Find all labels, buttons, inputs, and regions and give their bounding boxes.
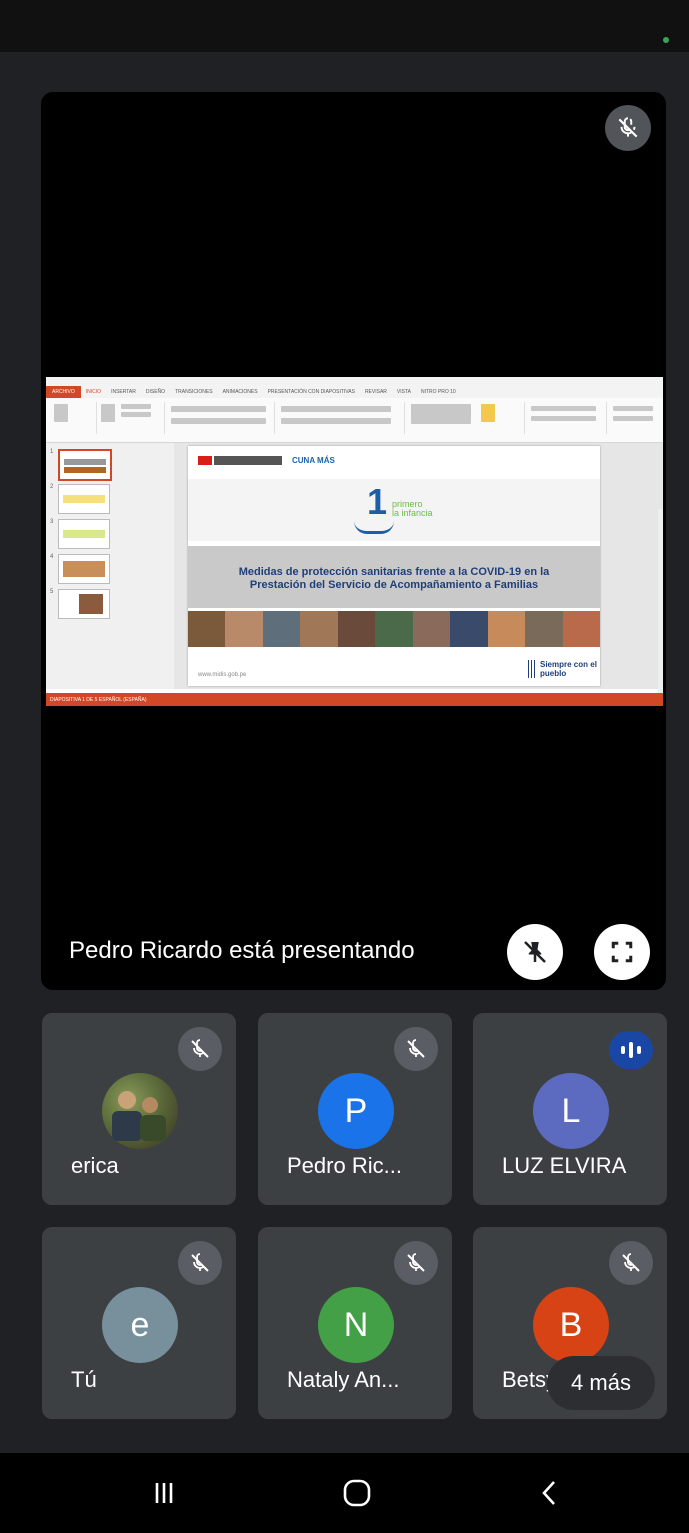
ppt-tab: ARCHIVO (46, 386, 81, 398)
avatar: B (533, 1287, 609, 1363)
participant-name: Pedro Ric... (287, 1153, 402, 1178)
slide-thumbnails: 1 2 3 4 5 (46, 443, 174, 689)
mic-off-icon (605, 105, 651, 151)
ppt-title-bar (46, 377, 663, 386)
thumb-number: 3 (50, 519, 54, 525)
participant-name: erica (71, 1153, 119, 1178)
logo-text: primero la infancia (392, 500, 433, 518)
slide-thumbnail (58, 589, 110, 619)
ppt-status-bar: DIAPOSITIVA 1 DE 5 ESPAÑOL (ESPAÑA) (46, 693, 663, 706)
participant-tile[interactable]: P Pedro Ric... (258, 1013, 452, 1205)
slide-url: www.midis.gob.pe (198, 672, 247, 678)
ppt-tab: REVISAR (364, 389, 387, 395)
ppt-tab: DISEÑO (145, 389, 166, 395)
unpin-button[interactable] (507, 924, 563, 980)
android-nav-bar (0, 1453, 689, 1533)
slide-canvas: CUNA MÁS 1 primero la infancia Medidas d… (174, 443, 663, 706)
ppt-tab: INSERTAR (111, 389, 136, 395)
slide-thumbnail (58, 484, 110, 514)
home-button[interactable] (332, 1473, 382, 1513)
logo-number: 1 (367, 481, 388, 522)
logo-smile (354, 521, 394, 534)
mic-off-icon (178, 1027, 222, 1071)
ppt-ribbon (46, 398, 663, 443)
photo-strip (188, 611, 600, 647)
mic-off-icon (609, 1241, 653, 1285)
more-participants-button[interactable]: 4 más (547, 1356, 655, 1410)
avatar: P (318, 1073, 394, 1149)
thumb-number: 4 (50, 554, 54, 560)
current-slide: CUNA MÁS 1 primero la infancia Medidas d… (188, 446, 600, 686)
mic-off-icon (394, 1241, 438, 1285)
home-icon (343, 1479, 371, 1507)
participant-name: Nataly An... (287, 1367, 400, 1392)
peru-logo (198, 456, 212, 465)
avatar: L (533, 1073, 609, 1149)
slide-header-logos: CUNA MÁS (198, 456, 335, 465)
cuna-mas-logo: CUNA MÁS (292, 456, 335, 465)
slide-title-band: Medidas de protección sanitarias frente … (188, 546, 600, 608)
participant-tile[interactable]: N Nataly An... (258, 1227, 452, 1419)
slide-title-line: Prestación del Servicio de Acompañamient… (249, 579, 539, 591)
ministry-logo (214, 456, 282, 465)
ppt-tab: NITRO PRO 10 (420, 389, 456, 395)
presenter-label: Pedro Ricardo está presentando (69, 937, 415, 964)
status-bar (0, 0, 689, 52)
participant-name: Tú (71, 1367, 97, 1392)
back-icon (542, 1481, 555, 1505)
avatar: e (102, 1287, 178, 1363)
avatar: N (318, 1287, 394, 1363)
ppt-tab: TRANSICIONES (175, 389, 213, 395)
slide-thumbnail (58, 449, 112, 481)
mic-off-icon (178, 1241, 222, 1285)
recents-icon (155, 1483, 173, 1503)
ppt-tab: INICIO (85, 389, 102, 395)
camera-indicator-dot (663, 37, 669, 43)
back-button[interactable] (525, 1473, 575, 1513)
logo-line: la infancia (392, 508, 433, 518)
ppt-tab: VISTA (396, 389, 411, 395)
shared-screen-powerpoint: ARCHIVO INICIO INSERTAR DISEÑO TRANSICIO… (46, 377, 663, 706)
siempre-logo: Siempre con el pueblo (540, 660, 597, 678)
primero-la-infancia-logo: 1 primero la infancia (188, 479, 600, 541)
slide-thumbnail (58, 554, 110, 584)
slide-thumbnail (58, 519, 110, 549)
slide-title-line: Medidas de protección sanitarias frente … (238, 566, 550, 578)
thumb-number: 5 (50, 589, 54, 595)
ppt-scrollbar (658, 509, 663, 706)
speaking-indicator-icon (609, 1031, 653, 1069)
ppt-ribbon-tabs: ARCHIVO INICIO INSERTAR DISEÑO TRANSICIO… (46, 386, 663, 398)
mic-off-icon (394, 1027, 438, 1071)
ppt-status-text: DIAPOSITIVA 1 DE 5 ESPAÑOL (ESPAÑA) (50, 696, 147, 703)
participant-tile[interactable]: L LUZ ELVIRA (473, 1013, 667, 1205)
participant-name: LUZ ELVIRA (502, 1153, 627, 1178)
participant-tile[interactable]: erica (42, 1013, 236, 1205)
unpin-icon (524, 941, 546, 963)
ppt-tab: ANIMACIONES (222, 389, 258, 395)
recents-button[interactable] (139, 1473, 189, 1513)
siempre-logo-mark (528, 660, 536, 678)
avatar (102, 1073, 178, 1149)
presentation-stage[interactable]: ARCHIVO INICIO INSERTAR DISEÑO TRANSICIO… (41, 92, 666, 990)
ppt-tab: PRESENTACIÓN CON DIAPOSITIVAS (267, 389, 355, 395)
fullscreen-icon (611, 941, 633, 963)
thumb-number: 1 (50, 449, 54, 455)
fullscreen-button[interactable] (594, 924, 650, 980)
slide-title: Medidas de protección sanitarias frente … (188, 566, 600, 592)
participant-tile[interactable]: e Tú (42, 1227, 236, 1419)
thumb-number: 2 (50, 484, 54, 490)
